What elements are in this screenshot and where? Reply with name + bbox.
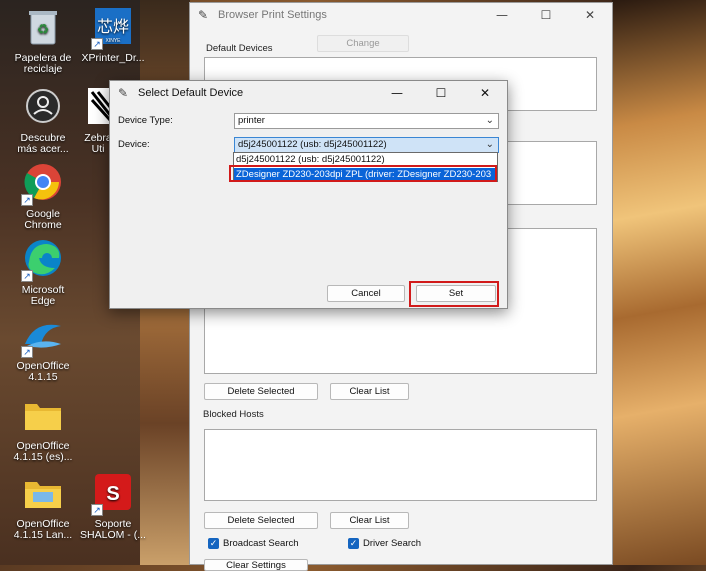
edge-icon: ↗ bbox=[21, 238, 65, 282]
broadcast-search-label: Broadcast Search bbox=[223, 538, 299, 549]
delete-selected-button[interactable]: Delete Selected bbox=[204, 383, 318, 400]
svg-text:♻: ♻ bbox=[37, 21, 50, 37]
support-icon: S ↗ bbox=[91, 472, 135, 516]
clear-blocked-list-button[interactable]: Clear List bbox=[330, 512, 409, 529]
minimize-icon[interactable]: — bbox=[480, 3, 524, 27]
desktop-icon-openoffice-lan[interactable]: OpenOffice 4.1.15 Lan... bbox=[10, 472, 76, 541]
folder-icon bbox=[21, 472, 65, 516]
highlight-set-button bbox=[409, 281, 499, 307]
desktop-icon-label: Microsoft Edge bbox=[21, 284, 65, 307]
app-icon: ✎ bbox=[198, 8, 209, 22]
dialog-window-controls: — ☐ ✕ bbox=[375, 81, 507, 105]
chevron-down-icon: ⌄ bbox=[485, 139, 494, 150]
desktop-icon-label: OpenOffice 4.1.15 bbox=[16, 360, 70, 383]
maximize-icon[interactable]: ☐ bbox=[524, 3, 568, 27]
desktop-icon-label: Google Chrome bbox=[24, 208, 62, 231]
chrome-icon: ↗ bbox=[21, 162, 65, 206]
svg-text:S: S bbox=[106, 483, 119, 505]
desktop-icon-label: Papelera de reciclaje bbox=[14, 52, 72, 75]
driver-search-checkbox[interactable]: ✓ Driver Search bbox=[348, 538, 421, 549]
checkmark-icon: ✓ bbox=[348, 538, 359, 549]
highlight-selected-option bbox=[229, 165, 497, 182]
desktop-icon-recycle-bin[interactable]: ♻ Papelera de reciclaje bbox=[10, 6, 76, 75]
svg-text:芯烨: 芯烨 bbox=[97, 18, 129, 36]
blocked-hosts-list[interactable] bbox=[204, 429, 597, 501]
xprinter-icon: 芯烨 XINYE ↗ bbox=[91, 6, 135, 50]
desktop-icon-label: OpenOffice 4.1.15 Lan... bbox=[13, 518, 73, 541]
checkmark-icon: ✓ bbox=[208, 538, 219, 549]
desktop-icon-openoffice-es[interactable]: OpenOffice 4.1.15 (es)... bbox=[10, 394, 76, 463]
device-label: Device: bbox=[118, 139, 150, 150]
main-window-controls: — ☐ ✕ bbox=[480, 3, 612, 27]
desktop-icon-acer[interactable]: Descubre más acer... bbox=[10, 86, 76, 155]
clear-settings-button[interactable]: Clear Settings bbox=[204, 559, 308, 571]
desktop-icon-label: OpenOffice 4.1.15 (es)... bbox=[13, 440, 73, 463]
desktop-icon-chrome[interactable]: ↗ Google Chrome bbox=[10, 162, 76, 231]
chevron-down-icon: ⌄ bbox=[485, 115, 494, 126]
desktop-icon-label: XPrinter_Dr... bbox=[81, 52, 145, 64]
device-type-value: printer bbox=[238, 115, 265, 126]
broadcast-search-checkbox[interactable]: ✓ Broadcast Search bbox=[208, 538, 299, 549]
maximize-icon[interactable]: ☐ bbox=[419, 81, 463, 105]
device-select[interactable]: d5j245001122 (usb: d5j245001122) ⌄ bbox=[234, 137, 499, 153]
desktop-icon-openoffice[interactable]: ↗ OpenOffice 4.1.15 bbox=[10, 314, 76, 383]
svg-text:XINYE: XINYE bbox=[105, 38, 121, 44]
desktop-icon-label: Soporte SHALOM - (... bbox=[80, 518, 146, 541]
wallpaper-right bbox=[612, 0, 706, 565]
acer-icon bbox=[21, 86, 65, 130]
desktop-icon-support[interactable]: S ↗ Soporte SHALOM - (... bbox=[80, 472, 146, 541]
device-type-select[interactable]: printer ⌄ bbox=[234, 113, 499, 129]
select-default-device-dialog: ✎ Select Default Device — ☐ ✕ Device Typ… bbox=[109, 80, 508, 309]
clear-list-button[interactable]: Clear List bbox=[330, 383, 409, 400]
desktop-icon-label: Descubre más acer... bbox=[17, 132, 69, 155]
close-icon[interactable]: ✕ bbox=[568, 3, 612, 27]
change-button[interactable]: Change bbox=[317, 35, 409, 52]
device-type-label: Device Type: bbox=[118, 115, 173, 126]
blocked-hosts-label: Blocked Hosts bbox=[203, 409, 264, 420]
cancel-button[interactable]: Cancel bbox=[327, 285, 405, 302]
folder-icon bbox=[21, 394, 65, 438]
delete-selected-blocked-button[interactable]: Delete Selected bbox=[204, 512, 318, 529]
desktop-icon-xprinter[interactable]: 芯烨 XINYE ↗ XPrinter_Dr... bbox=[80, 6, 146, 64]
close-icon[interactable]: ✕ bbox=[463, 81, 507, 105]
dialog-title: Select Default Device bbox=[138, 87, 244, 99]
minimize-icon[interactable]: — bbox=[375, 81, 419, 105]
driver-search-label: Driver Search bbox=[363, 538, 422, 549]
default-devices-label: Default Devices bbox=[206, 43, 273, 54]
recycle-bin-icon: ♻ bbox=[21, 6, 65, 50]
desktop-icon-edge[interactable]: ↗ Microsoft Edge bbox=[10, 238, 76, 307]
device-value: d5j245001122 (usb: d5j245001122) bbox=[238, 139, 387, 150]
openoffice-icon: ↗ bbox=[21, 314, 65, 358]
main-window-title: Browser Print Settings bbox=[218, 9, 327, 21]
app-icon: ✎ bbox=[118, 86, 129, 100]
